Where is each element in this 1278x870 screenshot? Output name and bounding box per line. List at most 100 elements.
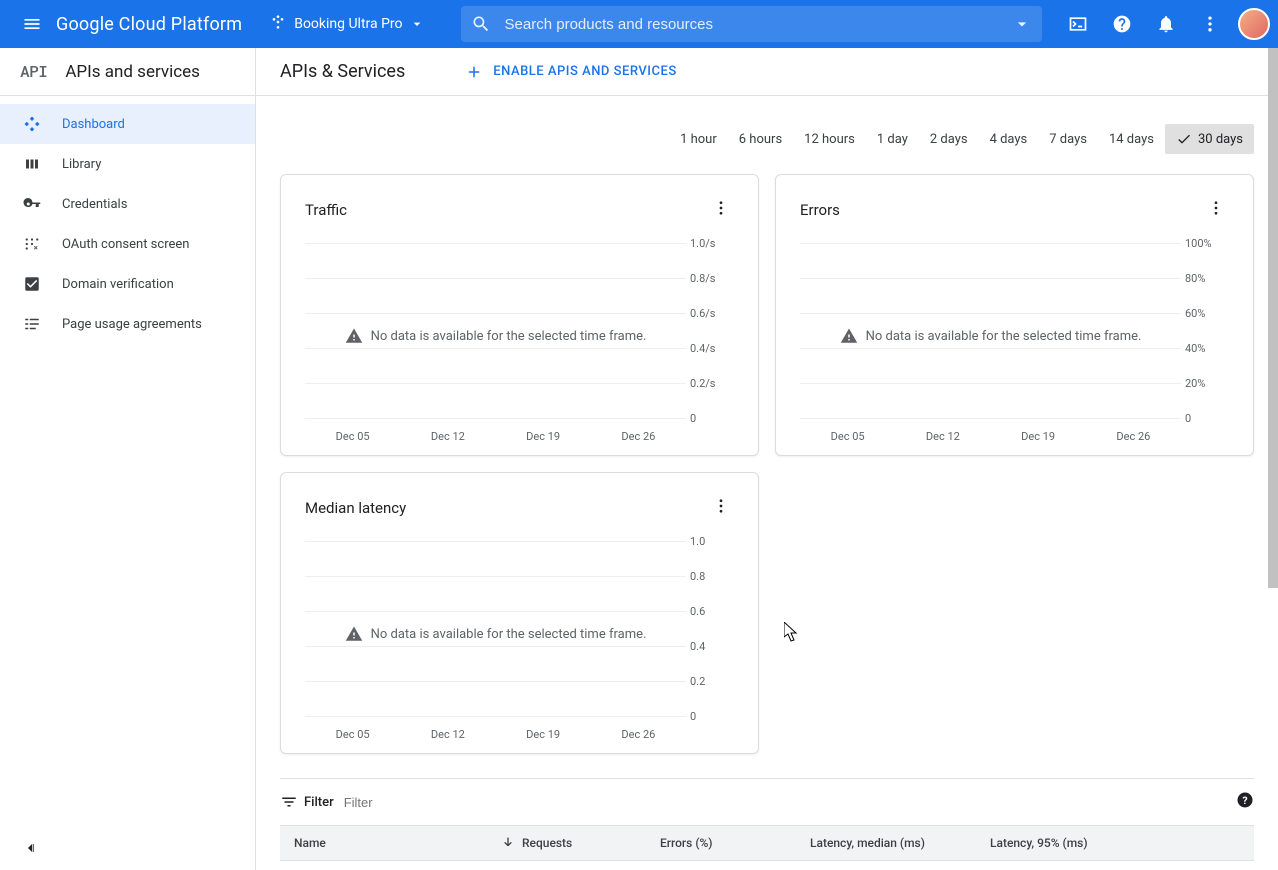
project-name: Booking Ultra Pro	[294, 16, 402, 32]
sidebar-item-label: Domain verification	[62, 277, 174, 292]
search-box[interactable]	[461, 6, 1042, 42]
api-badge: API	[20, 61, 47, 82]
time-range-2d[interactable]: 2 days	[919, 124, 979, 154]
sidebar-collapse-button[interactable]	[0, 826, 255, 870]
time-range-1h[interactable]: 1 hour	[669, 124, 728, 154]
help-button[interactable]	[1102, 4, 1142, 44]
platform-logo[interactable]: Google Cloud Platform	[56, 14, 242, 35]
chevron-down-icon[interactable]	[1012, 14, 1032, 34]
chart-body: 1.0/s0.8/s0.6/s0.4/s0.2/s0 No data is av…	[305, 243, 734, 443]
dropdown-icon	[409, 16, 425, 32]
col-name[interactable]: Name	[280, 836, 500, 850]
chart-menu-button[interactable]	[1203, 195, 1229, 225]
sidebar-title: APIs and services	[65, 62, 200, 82]
time-range-1d[interactable]: 1 day	[866, 124, 919, 154]
sidebar-item-domain[interactable]: Domain verification	[0, 264, 255, 304]
chart-card-traffic: Traffic 1.0/s0.8/s0.6/s0.4/s0.2/s0 No da…	[280, 174, 759, 456]
filter-bar: Filter ?	[280, 778, 1254, 825]
cloud-shell-icon	[1068, 14, 1088, 34]
plus-icon	[465, 63, 483, 81]
no-data-message: No data is available for the selected ti…	[305, 327, 686, 345]
sidebar: API APIs and services Dashboard Library …	[0, 48, 256, 870]
warning-icon	[345, 327, 363, 345]
avatar[interactable]	[1238, 8, 1270, 40]
sidebar-item-credentials[interactable]: Credentials	[0, 184, 255, 224]
filter-label: Filter	[280, 793, 334, 811]
time-range-4d[interactable]: 4 days	[979, 124, 1039, 154]
time-range-14d[interactable]: 14 days	[1098, 124, 1165, 154]
filter-input[interactable]	[344, 795, 1236, 810]
time-range-30d[interactable]: 30 days	[1165, 124, 1254, 154]
key-icon	[20, 195, 44, 213]
arrow-down-icon	[500, 835, 516, 851]
col-requests[interactable]: Requests	[500, 835, 660, 851]
chart-menu-button[interactable]	[708, 195, 734, 225]
time-range-7d[interactable]: 7 days	[1038, 124, 1098, 154]
chevron-left-icon	[22, 840, 38, 856]
chart-body: 1.00.80.60.40.20 No data is available fo…	[305, 541, 734, 741]
chart-title: Traffic	[305, 201, 347, 219]
time-range-12h[interactable]: 12 hours	[793, 124, 866, 154]
more-vert-icon	[712, 497, 730, 515]
menu-button[interactable]	[8, 0, 56, 48]
check-icon	[1176, 131, 1192, 147]
sidebar-item-oauth[interactable]: OAuth consent screen	[0, 224, 255, 264]
time-range-selector: 1 hour 6 hours 12 hours 1 day 2 days 4 d…	[280, 124, 1254, 154]
no-data-message: No data is available for the selected ti…	[305, 625, 686, 643]
chart-card-latency: Median latency 1.00.80.60.40.20 No data …	[280, 472, 759, 754]
hamburger-icon	[22, 14, 42, 34]
bell-icon	[1156, 14, 1176, 34]
filter-help-button[interactable]: ?	[1236, 791, 1254, 813]
no-data-message: No data is available for the selected ti…	[800, 327, 1181, 345]
chart-title: Errors	[800, 201, 840, 219]
more-vert-icon	[712, 199, 730, 217]
time-range-6h[interactable]: 6 hours	[728, 124, 793, 154]
sidebar-item-label: OAuth consent screen	[62, 237, 189, 252]
sidebar-title-row: API APIs and services	[0, 48, 255, 96]
project-hex-icon	[270, 14, 286, 34]
header-actions	[1058, 4, 1270, 44]
library-icon	[20, 155, 44, 173]
table-header: Name Requests Errors (%) Latency, median…	[280, 825, 1254, 861]
sidebar-item-label: Page usage agreements	[62, 317, 202, 332]
chart-body: 100%80%60%40%20%0 No data is available f…	[800, 243, 1229, 443]
more-button[interactable]	[1190, 4, 1230, 44]
more-vert-icon	[1207, 199, 1225, 217]
scrollbar-thumb[interactable]	[1268, 48, 1278, 588]
search-container	[461, 6, 1042, 42]
sidebar-item-agreements[interactable]: Page usage agreements	[0, 304, 255, 344]
filter-icon	[280, 793, 298, 811]
sidebar-item-label: Credentials	[62, 197, 127, 212]
chart-card-errors: Errors 100%80%60%40%20%0 No data is avai…	[775, 174, 1254, 456]
list-icon	[20, 315, 44, 333]
search-icon	[471, 14, 491, 34]
help-icon	[1112, 14, 1132, 34]
app-header: Google Cloud Platform Booking Ultra Pro	[0, 0, 1278, 48]
col-errors[interactable]: Errors (%)	[660, 836, 810, 850]
table-row[interactable]: BigQuery API	[280, 861, 1254, 870]
page-topbar: APIs & Services ENABLE APIS AND SERVICES	[256, 48, 1278, 96]
dashboard-icon	[20, 115, 44, 133]
consent-icon	[20, 235, 44, 253]
search-input[interactable]	[505, 16, 1012, 33]
project-selector[interactable]: Booking Ultra Pro	[262, 10, 432, 38]
cloud-shell-button[interactable]	[1058, 4, 1098, 44]
check-box-icon	[20, 275, 44, 293]
chart-title: Median latency	[305, 499, 406, 517]
sidebar-item-label: Dashboard	[62, 117, 125, 132]
notifications-button[interactable]	[1146, 4, 1186, 44]
chart-menu-button[interactable]	[708, 493, 734, 523]
help-icon: ?	[1236, 791, 1254, 809]
warning-icon	[840, 327, 858, 345]
sidebar-item-dashboard[interactable]: Dashboard	[0, 104, 255, 144]
sidebar-item-label: Library	[62, 157, 101, 172]
col-median[interactable]: Latency, median (ms)	[810, 836, 990, 850]
warning-icon	[345, 625, 363, 643]
col-p95[interactable]: Latency, 95% (ms)	[990, 836, 1254, 850]
more-vert-icon	[1200, 14, 1220, 34]
enable-apis-button[interactable]: ENABLE APIS AND SERVICES	[465, 63, 676, 81]
main-content: APIs & Services ENABLE APIS AND SERVICES…	[256, 48, 1278, 870]
svg-text:?: ?	[1242, 794, 1247, 807]
sidebar-item-library[interactable]: Library	[0, 144, 255, 184]
page-title: APIs & Services	[280, 61, 405, 82]
